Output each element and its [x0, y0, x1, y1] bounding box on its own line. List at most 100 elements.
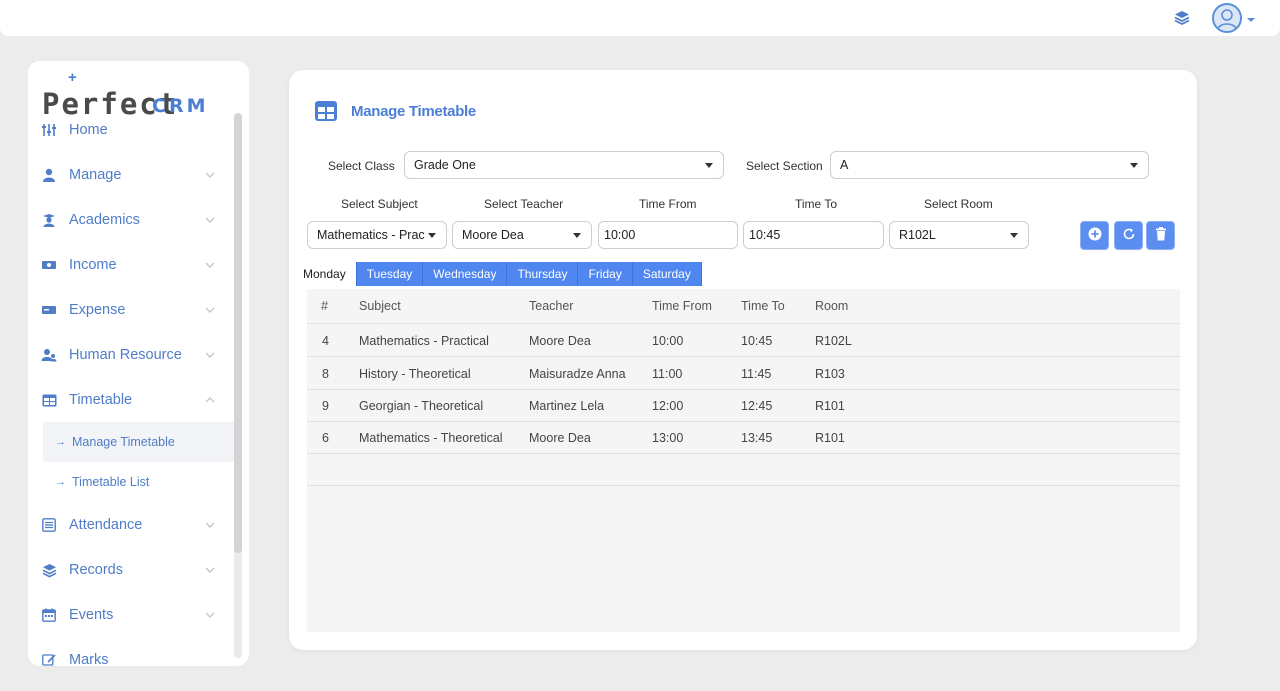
- table-cell: 12:00: [652, 398, 684, 413]
- tab-thursday[interactable]: Thursday: [507, 262, 579, 286]
- tab-tuesday[interactable]: Tuesday: [356, 262, 424, 286]
- sidebar-item-marks[interactable]: Marks: [28, 640, 234, 666]
- layers-icon[interactable]: [1173, 9, 1191, 27]
- sidebar-item-label: Records: [69, 562, 123, 578]
- table-cell: R101: [815, 398, 845, 413]
- table-row[interactable]: 6 Mathematics - Theoretical Moore Dea 13…: [307, 422, 1180, 454]
- table-cell: 4: [322, 333, 329, 348]
- tab-friday[interactable]: Friday: [578, 262, 633, 286]
- day-tabs: Monday Tuesday Wednesday Thursday Friday…: [303, 262, 702, 286]
- sidebar-item-academics[interactable]: Academics: [28, 200, 234, 240]
- sidebar: + Perfect CRM Home Manage Academics Inco…: [28, 61, 249, 666]
- table-cell: 8: [322, 366, 329, 381]
- reset-button[interactable]: [1114, 221, 1143, 250]
- table-cell: 13:45: [741, 430, 773, 445]
- chevron-down-icon: [204, 609, 216, 621]
- sidebar-item-home[interactable]: Home: [28, 110, 234, 150]
- caret-down-icon: [1010, 233, 1018, 238]
- sidebar-item-label: Manage: [69, 167, 122, 183]
- select-room-dropdown[interactable]: R102L: [889, 221, 1029, 249]
- select-section-value: A: [840, 158, 849, 172]
- select-subject-dropdown[interactable]: Mathematics - Prac: [307, 221, 447, 249]
- user-avatar-icon[interactable]: [1212, 3, 1242, 33]
- sidebar-item-label: Events: [69, 607, 114, 623]
- page-title: Manage Timetable: [351, 103, 476, 120]
- list-icon: [41, 517, 57, 533]
- trash-icon: [1155, 227, 1167, 244]
- time-from-input[interactable]: 10:00: [598, 221, 738, 249]
- chevron-down-icon[interactable]: [1246, 13, 1256, 23]
- sidebar-item-label: Home: [69, 122, 108, 138]
- arrow-right-icon: →: [55, 436, 66, 448]
- time-from-value: 10:00: [604, 228, 636, 242]
- sidebar-subitem-timetable-list[interactable]: → Timetable List: [43, 462, 234, 502]
- table-cell: R102L: [815, 333, 852, 348]
- user-icon: [41, 167, 57, 183]
- column-header: #: [321, 299, 328, 313]
- chevron-down-icon: [204, 349, 216, 361]
- card-icon: [41, 302, 57, 318]
- chevron-up-icon: [204, 394, 216, 406]
- sidebar-item-income[interactable]: Income: [28, 245, 234, 285]
- sidebar-item-label: Human Resource: [69, 347, 182, 363]
- table-cell: 11:00: [652, 366, 683, 381]
- table-cell: R103: [815, 366, 845, 381]
- table-cell: Maisuradze Anna: [529, 366, 626, 381]
- caret-down-icon: [573, 233, 581, 238]
- chevron-down-icon: [204, 169, 216, 181]
- delete-button[interactable]: [1146, 221, 1175, 250]
- select-section-dropdown[interactable]: A: [830, 151, 1149, 179]
- caret-down-icon: [428, 233, 436, 238]
- plus-circle-icon: [1088, 227, 1102, 244]
- select-class-value: Grade One: [414, 158, 476, 172]
- chevron-down-icon: [204, 304, 216, 316]
- users-icon: [41, 347, 57, 363]
- sidebar-item-records[interactable]: Records: [28, 550, 234, 590]
- table-cell: 9: [322, 398, 329, 413]
- table-cell: Mathematics - Practical: [359, 333, 489, 348]
- tab-wednesday[interactable]: Wednesday: [423, 262, 508, 286]
- sliders-icon: [41, 122, 57, 138]
- table-row[interactable]: 4 Mathematics - Practical Moore Dea 10:0…: [307, 325, 1180, 357]
- table-row[interactable]: 9 Georgian - Theoretical Martinez Lela 1…: [307, 390, 1180, 422]
- top-bar: [0, 0, 1280, 36]
- select-teacher-dropdown[interactable]: Moore Dea: [452, 221, 592, 249]
- select-teacher-value: Moore Dea: [462, 228, 524, 242]
- sidebar-item-expense[interactable]: Expense: [28, 290, 234, 330]
- table-cell: 10:00: [652, 333, 684, 348]
- table-cell: R101: [815, 430, 845, 445]
- caret-down-icon: [705, 163, 713, 168]
- calendar-icon: [41, 607, 57, 623]
- time-to-label: Time To: [795, 197, 838, 211]
- sidebar-item-timetable[interactable]: Timetable: [28, 380, 234, 420]
- time-to-input[interactable]: 10:45: [743, 221, 884, 249]
- refresh-icon: [1122, 227, 1136, 244]
- sidebar-item-label: Income: [69, 257, 117, 273]
- timetable-table: # Subject Teacher Time From Time To Room…: [307, 289, 1180, 632]
- table-icon: [314, 100, 338, 122]
- table-icon: [41, 392, 57, 408]
- column-header: Subject: [359, 299, 401, 313]
- tab-saturday[interactable]: Saturday: [632, 262, 702, 286]
- column-header: Time From: [652, 299, 712, 313]
- add-button[interactable]: [1080, 221, 1109, 250]
- table-cell: 12:45: [741, 398, 773, 413]
- sidebar-item-attendance[interactable]: Attendance: [28, 505, 234, 545]
- select-class-dropdown[interactable]: Grade One: [404, 151, 724, 179]
- tab-monday[interactable]: Monday: [303, 262, 357, 286]
- table-header: # Subject Teacher Time From Time To Room: [307, 289, 1180, 324]
- table-row[interactable]: 8 History - Theoretical Maisuradze Anna …: [307, 358, 1180, 390]
- sidebar-item-events[interactable]: Events: [28, 595, 234, 635]
- sidebar-subitem-label: Timetable List: [72, 475, 150, 489]
- table-cell: Martinez Lela: [529, 398, 605, 413]
- sidebar-subitem-label: Manage Timetable: [72, 435, 175, 449]
- select-class-label: Select Class: [328, 159, 395, 173]
- scrollbar-thumb[interactable]: [234, 113, 242, 553]
- sidebar-item-manage[interactable]: Manage: [28, 155, 234, 195]
- sidebar-item-label: Attendance: [69, 517, 143, 533]
- column-header: Teacher: [529, 299, 574, 313]
- sidebar-subitem-manage-timetable[interactable]: → Manage Timetable: [43, 422, 234, 462]
- table-cell: History - Theoretical: [359, 366, 471, 381]
- sidebar-item-human-resource[interactable]: Human Resource: [28, 335, 234, 375]
- table-cell: 11:45: [741, 366, 772, 381]
